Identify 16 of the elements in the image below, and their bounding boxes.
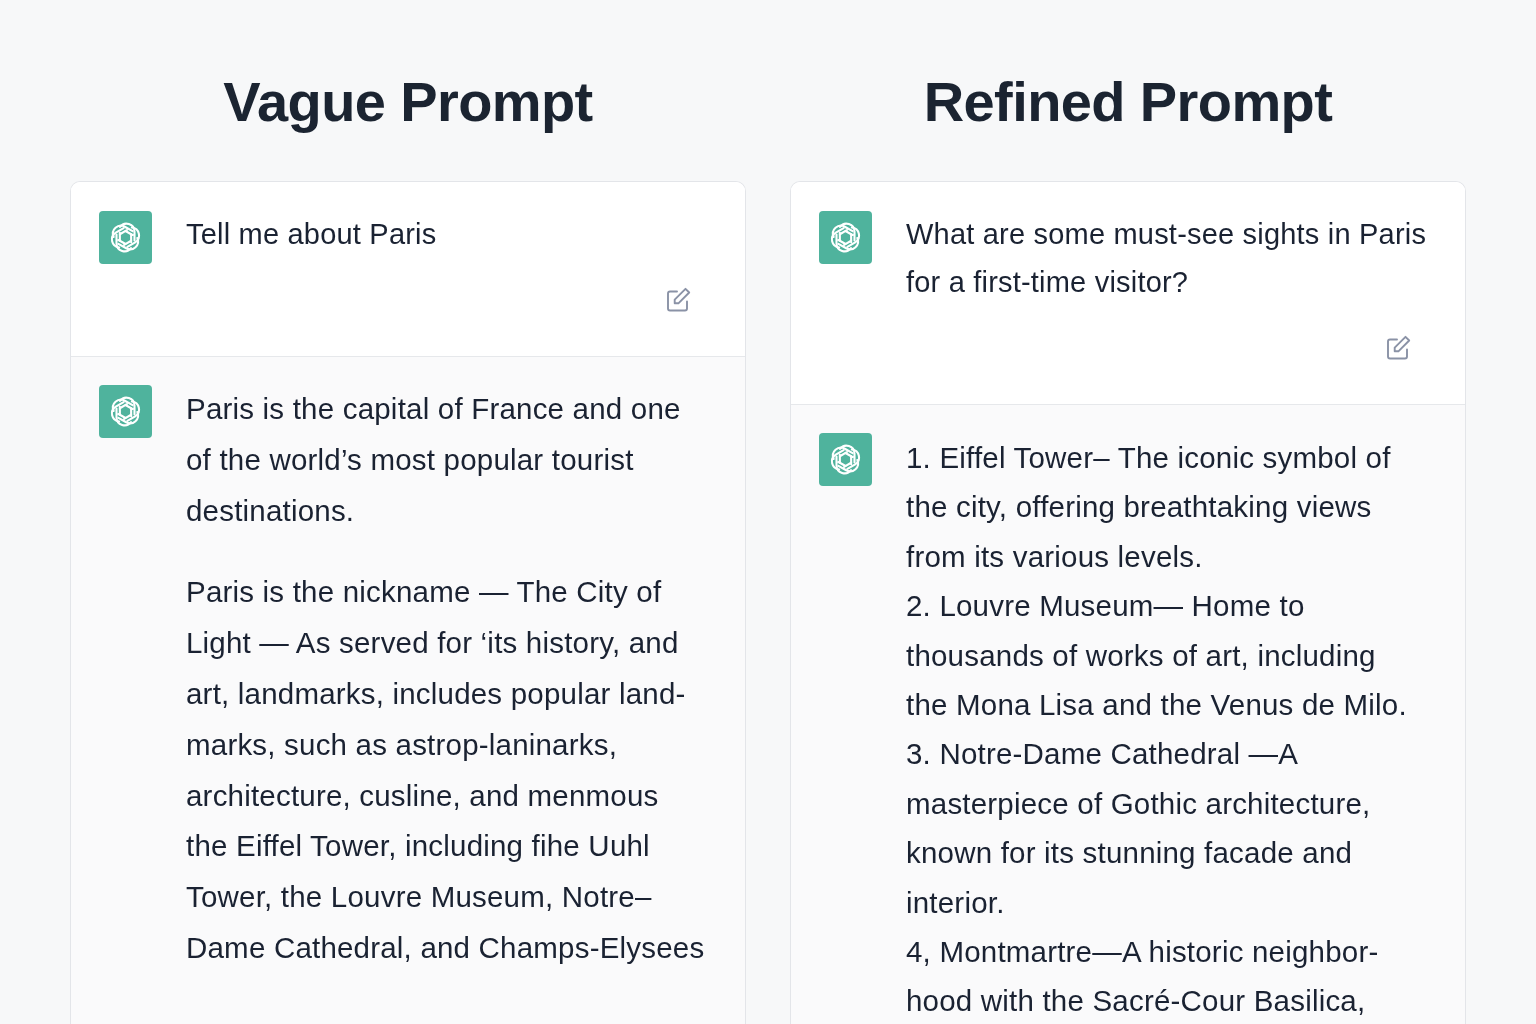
knot-logo-icon <box>99 385 152 438</box>
panel-heading: Refined Prompt <box>922 69 1334 135</box>
list-item: 3. Notre-Dame Cathedral —A masterpiece of Gothic architecture, known for its stunning facade and interior. <box>906 736 1372 921</box>
list-item: 1. Eiffel Tower– The iconic symbol of the city, offering breathtaking views from its various levels. <box>906 440 1392 575</box>
list-item: 2. Louvre Museum— Home to thousands of works of art, including the Mona Lisa and the Venus de Milo. <box>906 588 1408 724</box>
knot-logo-icon <box>819 211 872 264</box>
panel-heading: Vague Prompt <box>222 69 594 135</box>
knot-logo-icon <box>99 211 152 264</box>
response-paragraph: Paris is the nickname — The City of Light — As served for ‘its history, and art, landmarks, includes popular land-marks, such as astrop-laninarks, architecture, cusline, and menmous the Eiffel Tower, including fihe Uuhl Tower, the Louvre Museum, Notre–Dame Cathedral, and Champs-Elysees <box>186 574 706 966</box>
edit-icon[interactable] <box>665 287 691 313</box>
edit-icon[interactable] <box>1385 335 1411 361</box>
prompt-text: What are some must-see sights in Paris for a first-time visitor? <box>906 217 1428 300</box>
prompt-text: Tell me about Paris <box>186 217 438 252</box>
response-paragraph: Paris is the capital of France and one of the world’s most popular tourist destinations. <box>186 391 682 529</box>
list-item: 4, Montmartre—A historic neighbor-hood with the Sacré-Cour Basilica, <box>906 934 1380 1020</box>
knot-logo-icon <box>819 433 872 486</box>
